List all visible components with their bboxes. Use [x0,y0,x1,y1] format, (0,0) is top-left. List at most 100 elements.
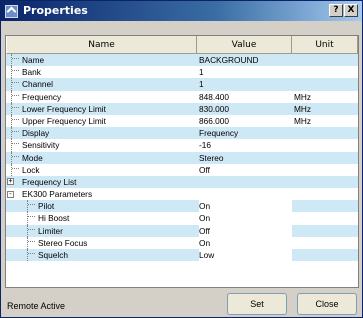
property-name: Lower Frequency Limit [22,103,106,114]
property-name-cell: Limiter [6,224,197,237]
tree-line-icon [11,78,20,91]
tree-line-icon [11,102,20,115]
property-name: Name [22,55,45,65]
grid-rows: Name BACKGROUND Bank 1 Channel 1 Frequency 848.… [6,54,358,262]
property-value[interactable]: 848.400 [199,91,292,103]
property-name: Mode [22,152,43,163]
column-header-name[interactable]: Name [6,36,197,54]
property-value[interactable]: Frequency [199,127,292,139]
property-value[interactable]: BACKGROUND [199,54,292,66]
property-unit [294,188,354,200]
property-value[interactable]: Stereo [199,152,292,164]
property-name: Channel [22,79,53,90]
tree-line-icon [27,249,36,262]
property-unit [294,200,354,212]
property-name-cell: Display [6,127,197,140]
property-name-cell: Squelch [6,249,197,262]
property-unit: MHz [294,115,312,126]
property-value[interactable]: On [199,200,292,213]
property-value[interactable]: Off [199,164,292,176]
table-row[interactable]: Lock Off [6,163,358,176]
property-name-cell: Upper Frequency Limit [6,114,197,128]
table-row[interactable]: Channel 1 [6,78,358,91]
tree-line-icon [11,90,20,103]
property-value[interactable]: 866.000 [199,115,292,127]
tree-line-icon [11,66,20,79]
property-unit [294,66,354,78]
property-unit [294,225,354,237]
property-value[interactable]: On [199,212,292,225]
property-value[interactable] [199,176,292,188]
title-bar[interactable]: Properties ? X [1,1,362,21]
table-row[interactable]: Bank 1 [6,66,358,79]
property-name-cell: - EK300 Parameters [6,188,197,200]
table-row[interactable]: Sensitivity -16 [6,139,358,152]
column-header-unit[interactable]: Unit [292,36,358,54]
tree-line-icon [27,212,36,225]
status-text: Remote Active [7,301,66,311]
property-unit [294,164,354,176]
property-name-cell: Lower Frequency Limit [6,102,197,115]
property-value[interactable]: 830.000 [199,103,292,115]
property-unit [294,152,354,164]
table-row[interactable]: Name BACKGROUND [6,54,358,67]
property-unit [294,54,354,66]
property-name-cell: Name [6,54,197,67]
property-value[interactable]: 1 [199,78,292,90]
property-value[interactable]: Low [199,249,292,262]
collapse-icon[interactable]: - [7,190,14,198]
property-unit [294,78,354,90]
grid-header: Name Value Unit [6,36,358,54]
property-name-cell: Sensitivity [6,139,197,152]
table-row[interactable]: Pilot On [6,200,358,213]
property-name: Pilot [38,201,55,212]
expand-icon[interactable]: + [7,178,14,186]
tree-line-icon [11,139,20,152]
table-row[interactable]: Stereo Focus On [6,236,358,249]
property-value[interactable] [199,188,292,200]
property-name: Upper Frequency Limit [22,115,106,126]
property-name: Hi Boost [38,213,70,224]
table-row[interactable]: Upper Frequency Limit 866.000 MHz [6,114,358,128]
table-row[interactable]: Limiter Off [6,224,358,237]
property-name-cell: Stereo Focus [6,236,197,249]
table-row[interactable]: Hi Boost On [6,212,358,225]
tree-line-icon [27,236,36,249]
tree-line-icon [27,200,36,213]
property-value[interactable]: On [199,236,292,249]
property-unit: MHz [294,103,312,114]
property-name-cell: Channel [6,78,197,91]
property-name-cell: Pilot [6,200,197,213]
close-window-button[interactable]: X [344,4,358,17]
property-name-cell: Hi Boost [6,212,197,225]
table-row[interactable]: + Frequency List [6,175,358,189]
tree-line-icon [11,114,20,128]
table-row[interactable]: Squelch Low [6,249,358,262]
tree-line-icon [11,127,20,140]
table-row[interactable]: Frequency 848.400 MHz [6,90,358,103]
property-value[interactable]: Off [199,224,292,237]
table-row[interactable]: Display Frequency [6,127,358,140]
set-button[interactable]: Set [227,293,287,315]
help-button[interactable]: ? [329,4,343,17]
property-value[interactable]: 1 [199,66,292,78]
property-name: Frequency List [22,176,77,187]
property-unit [294,249,354,261]
property-name: Squelch [38,250,68,260]
property-value[interactable]: -16 [199,139,292,151]
property-name: Display [22,128,50,139]
tree-line-icon [11,54,20,67]
table-row[interactable]: - EK300 Parameters [6,188,358,200]
table-row[interactable]: Lower Frequency Limit 830.000 MHz [6,102,358,115]
property-name: Bank [22,67,41,78]
close-button[interactable]: Close [297,293,357,315]
property-name: EK300 Parameters [22,189,93,200]
app-icon [5,5,18,18]
table-row[interactable]: Mode Stereo [6,151,358,164]
property-name-cell: Mode [6,151,197,164]
property-name-cell: + Frequency List [6,176,197,188]
property-name: Lock [22,164,40,175]
property-unit [294,176,354,188]
column-header-value[interactable]: Value [197,36,292,54]
property-unit [294,139,354,151]
